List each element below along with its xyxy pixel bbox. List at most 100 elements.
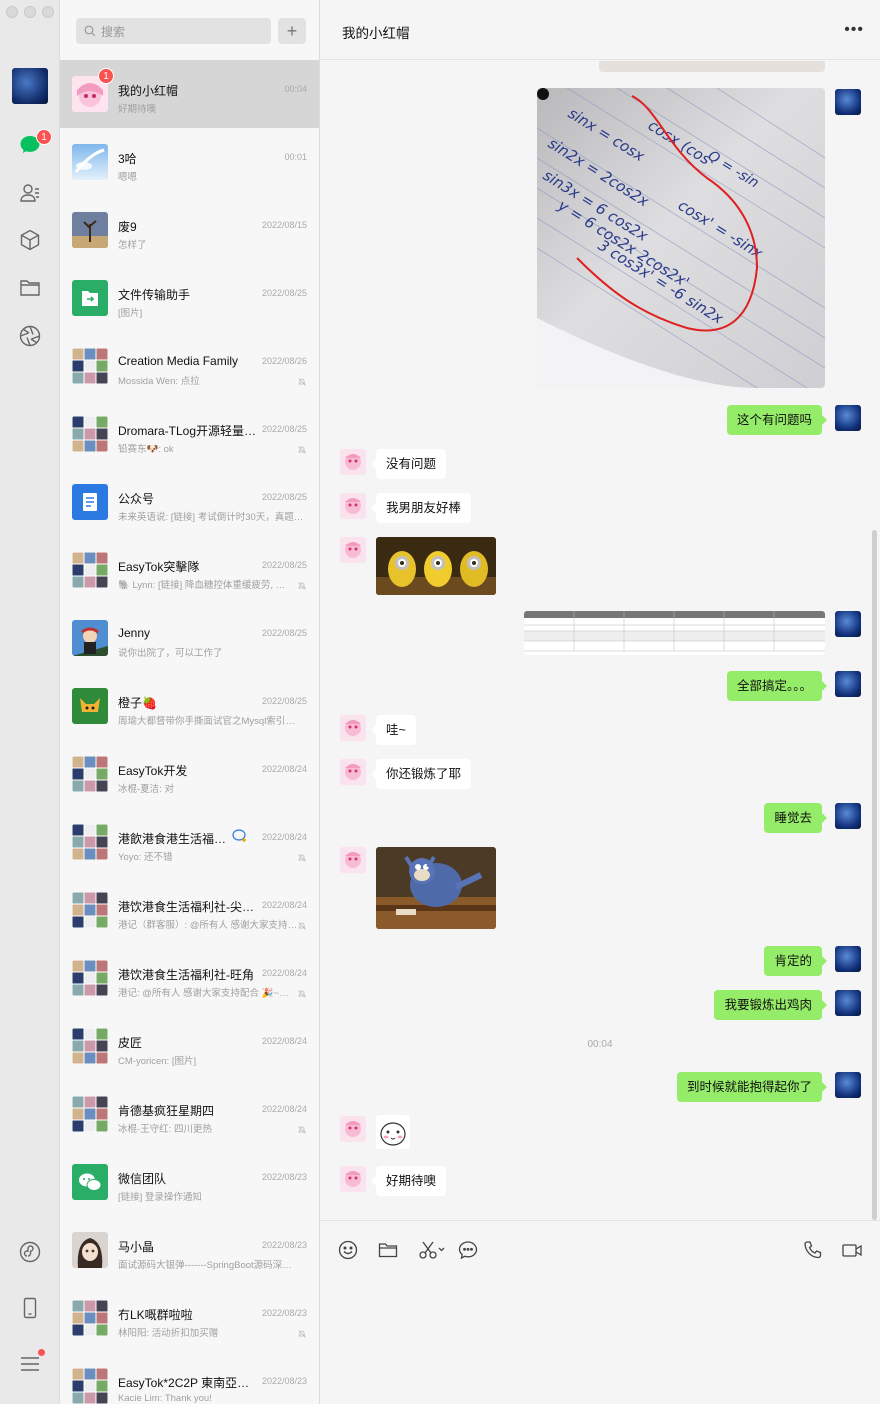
conversation-name: 港饮港食生活福利社-尖… — [118, 900, 254, 914]
conversation-avatar — [72, 1096, 108, 1132]
moments-shutter-icon[interactable] — [17, 323, 43, 349]
my-text-bubble[interactable]: 肯定的 — [764, 946, 827, 976]
previous-image-message[interactable] — [599, 61, 825, 72]
my-message-avatar[interactable] — [835, 990, 861, 1016]
table-screenshot-image[interactable] — [524, 611, 825, 655]
her-text-bubble[interactable]: 你还锻炼了耶 — [370, 759, 472, 789]
add-chat-button[interactable]: + — [278, 18, 306, 44]
conversation-time: 2022/08/25 — [261, 696, 307, 706]
conversation-item[interactable]: 港饮港食生活福利社-尖… 2022/08/24 港记（群客服）: @所有人 感谢大家… — [60, 876, 319, 944]
her-message-avatar[interactable] — [340, 537, 366, 563]
composer — [320, 1220, 880, 1404]
her-text-bubble[interactable]: 没有问题 — [370, 449, 447, 479]
my-message-avatar[interactable] — [835, 946, 861, 972]
her-message-avatar[interactable] — [340, 1116, 366, 1142]
mute-bell-icon — [297, 918, 307, 930]
window-minimize-button[interactable] — [24, 6, 36, 18]
her-message-avatar[interactable] — [340, 1166, 366, 1192]
files-folder-icon[interactable] — [17, 275, 43, 301]
my-message-avatar[interactable] — [835, 1072, 861, 1098]
conversation-preview: 冰棍-王守红: 四川更热 — [118, 1124, 212, 1135]
conversation-name: 我的小红帽 — [118, 84, 179, 98]
conversation-name: 微信团队 — [118, 1172, 167, 1186]
conversation-item[interactable]: 马小晶 2022/08/23 面试源码大银弹-------SpringBoot源码深… — [60, 1216, 319, 1284]
conversation-preview: 面试源码大银弹-------SpringBoot源码深… — [118, 1260, 292, 1271]
search-box[interactable]: 搜索 — [76, 18, 271, 44]
conversation-item[interactable]: 港饮港食生活福利社-旺角 2022/08/24 港记: @所有人 感谢大家支持配合 … — [60, 944, 319, 1012]
search-input[interactable]: 搜索 — [101, 23, 125, 40]
her-message-avatar[interactable] — [340, 449, 366, 475]
conversation-item[interactable]: 肯德基疯狂星期四 2022/08/24 冰棍-王守红: 四川更热 — [60, 1080, 319, 1148]
my-message-avatar[interactable] — [835, 803, 861, 829]
conversation-name: 皮匠 — [118, 1036, 143, 1050]
conversation-item[interactable]: 微信团队 2022/08/23 [链接] 登录操作通知 — [60, 1148, 319, 1216]
conversation-preview: 港记（群客服）: @所有人 感谢大家支持… — [118, 920, 298, 931]
conversation-item[interactable]: 港飲港食港生活福… 2022/08/24 Yoyo: 还不错 — [60, 808, 319, 876]
conversation-item[interactable]: EasyTok*2C2P 東南亞支付 2022/08/23 Kacie Lim: T… — [60, 1352, 319, 1404]
emoji-icon[interactable] — [337, 1239, 359, 1261]
my-message-avatar[interactable] — [835, 405, 861, 431]
my-message-avatar[interactable] — [835, 611, 861, 637]
message-input[interactable] — [320, 1277, 880, 1404]
her-text-bubble[interactable]: 哇~ — [371, 715, 416, 745]
conversation-item[interactable]: 皮匠 2022/08/24 CM-yoricen: [图片] — [60, 1012, 319, 1080]
conversation-item[interactable]: 废9 2022/08/15 怎样了 — [60, 196, 319, 264]
handwritten-math-image[interactable]: sinx = cosx cosx (cos sin2x = 2cos2x Q =… — [537, 88, 825, 388]
conversation-avatar — [72, 212, 108, 248]
her-text-bubble[interactable]: 我男朋友好棒 — [370, 493, 472, 523]
folder-icon[interactable] — [377, 1239, 399, 1261]
chat-title: 我的小红帽 — [342, 26, 410, 41]
her-message-avatar[interactable] — [340, 715, 366, 741]
her-text-bubble[interactable]: 好期待噢 — [370, 1166, 447, 1196]
conversation-item[interactable]: Dromara-TLog开源轻量… 2022/08/25 铅赛东🐶: ok — [60, 400, 319, 468]
tom-cat-gif-image[interactable] — [376, 847, 496, 929]
conversation-time: 2022/08/24 — [261, 1104, 307, 1114]
conversation-item[interactable]: EasyTok突擊隊 2022/08/25 🐘 Lynn: [链接] 降血糖控体重缓… — [60, 536, 319, 604]
more-options-button[interactable]: ••• — [844, 22, 864, 38]
blush-sticker-image[interactable] — [376, 1115, 410, 1149]
conversation-preview: 铅赛东🐶: ok — [118, 444, 174, 455]
favorites-cube-icon[interactable] — [17, 227, 43, 253]
chat-history-icon[interactable] — [457, 1239, 479, 1261]
conversation-item[interactable]: Creation Media Family 2022/08/26 Mossida W… — [60, 332, 319, 400]
my-message-avatar[interactable] — [835, 671, 861, 697]
my-message-avatar[interactable] — [835, 89, 861, 115]
conversation-item[interactable]: 公众号 2022/08/25 未来英语说: [链接] 考试倒计时30天，真题… — [60, 468, 319, 536]
my-text-bubble[interactable]: 到时候就能抱得起你了 — [676, 1072, 828, 1102]
minions-gif-image[interactable] — [376, 537, 496, 595]
my-text-bubble[interactable]: 我要锻炼出鸡肉 — [714, 990, 827, 1020]
conversation-avatar — [72, 552, 108, 588]
my-text-bubble[interactable]: 全部搞定。。。 — [726, 671, 828, 701]
my-text-bubble[interactable]: 这个有问题吗 — [726, 405, 828, 435]
conversation-item[interactable]: 我的小红帽 00:04 好期待噢 1 — [60, 60, 319, 128]
conversation-item[interactable]: EasyTok开发 2022/08/24 冰棍-夏洁: 对 — [60, 740, 319, 808]
conversation-avatar — [72, 484, 108, 520]
her-message-avatar[interactable] — [340, 847, 366, 873]
conversation-avatar — [72, 1232, 108, 1268]
my-text-bubble[interactable]: 睡觉去 — [764, 803, 827, 833]
message-list[interactable]: sinx = cosx cosx (cos sin2x = 2cos2x Q =… — [320, 61, 880, 1220]
video-call-icon[interactable] — [841, 1239, 863, 1261]
conversation-item[interactable]: 橙子🍓 2022/08/25 周瑜大都督带你手撕面试官之Mysql索引底… — [60, 672, 319, 740]
miniprogram-icon[interactable] — [17, 1239, 43, 1265]
phone-icon[interactable] — [17, 1295, 43, 1321]
conversation-item[interactable]: 文件传输助手 2022/08/25 [图片] — [60, 264, 319, 332]
scissors-icon[interactable] — [417, 1239, 447, 1261]
conversation-item[interactable]: 3哈 00:01 嗯嗯 — [60, 128, 319, 196]
message-scrollbar[interactable] — [872, 530, 877, 1220]
mute-bell-icon — [297, 578, 307, 590]
voice-call-icon[interactable] — [802, 1239, 824, 1261]
conversation-item[interactable]: Jenny 2022/08/25 说你出院了，可以工作了 — [60, 604, 319, 672]
conversation-preview: 林阳阳: 活动折扣加买赠 — [118, 1328, 219, 1339]
conversation-name: 公众号 — [118, 492, 155, 506]
my-avatar[interactable] — [12, 68, 48, 104]
conversation-item[interactable]: 冇LK嘅群啦啦 2022/08/23 林阳阳: 活动折扣加买赠 — [60, 1284, 319, 1352]
window-zoom-button[interactable] — [42, 6, 54, 18]
window-close-button[interactable] — [6, 6, 18, 18]
her-message-avatar[interactable] — [340, 493, 366, 519]
mute-bell-icon — [297, 442, 307, 454]
conversation-time: 2022/08/23 — [261, 1172, 307, 1182]
conversation-time: 2022/08/24 — [261, 764, 307, 774]
contacts-icon[interactable] — [17, 180, 43, 206]
her-message-avatar[interactable] — [340, 759, 366, 785]
